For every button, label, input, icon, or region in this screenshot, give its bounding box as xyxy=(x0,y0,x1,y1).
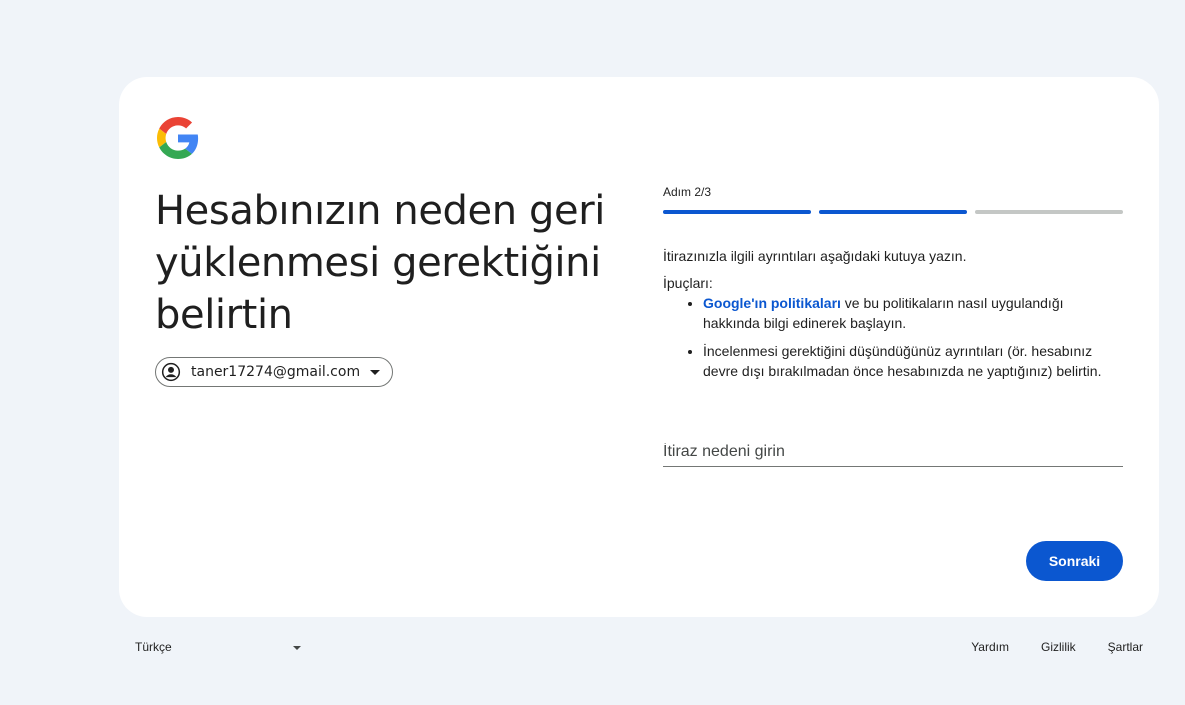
step-progress-bar xyxy=(663,210,1123,214)
chevron-down-icon xyxy=(370,369,381,375)
language-label: Türkçe xyxy=(135,640,172,654)
tips-list: Google'ın politikaları ve bu politikalar… xyxy=(663,293,1123,381)
footer-links: Yardım Gizlilik Şartlar xyxy=(971,640,1143,654)
step-indicator: Adım 2/3 xyxy=(663,185,712,199)
progress-segment-2 xyxy=(819,210,967,214)
form-panel: Adım 2/3 İtirazınızla ilgili ayrıntıları… xyxy=(663,185,1123,467)
account-circle-icon xyxy=(161,362,181,382)
chevron-down-icon xyxy=(293,646,301,650)
google-g-logo-icon xyxy=(157,117,199,159)
tip-item: Google'ın politikaları ve bu politikalar… xyxy=(703,293,1123,333)
page-title: Hesabınızın neden geri yüklenmesi gerekt… xyxy=(155,188,605,338)
help-link[interactable]: Yardım xyxy=(971,640,1009,654)
tips-title: İpuçları: xyxy=(663,275,713,291)
tip-text: İncelenmesi gerektiğini düşündüğünüz ayr… xyxy=(703,343,1102,379)
progress-segment-3 xyxy=(975,210,1123,214)
tip-item: İncelenmesi gerektiğini düşündüğünüz ayr… xyxy=(703,341,1123,381)
instructions-text: İtirazınızla ilgili ayrıntıları aşağıdak… xyxy=(663,248,967,264)
policies-link[interactable]: Google'ın politikaları xyxy=(703,295,841,311)
progress-segment-1 xyxy=(663,210,811,214)
appeal-reason-input[interactable] xyxy=(663,433,1123,467)
account-chip[interactable]: taner17274@gmail.com xyxy=(155,357,394,387)
terms-link[interactable]: Şartlar xyxy=(1108,640,1143,654)
language-select[interactable]: Türkçe xyxy=(135,640,303,654)
next-button[interactable]: Sonraki xyxy=(1026,541,1123,581)
footer: Türkçe Yardım Gizlilik Şartlar xyxy=(0,640,1185,660)
account-email: taner17274@gmail.com xyxy=(191,364,361,380)
recovery-card: Hesabınızın neden geri yüklenmesi gerekt… xyxy=(119,77,1159,617)
privacy-link[interactable]: Gizlilik xyxy=(1041,640,1076,654)
